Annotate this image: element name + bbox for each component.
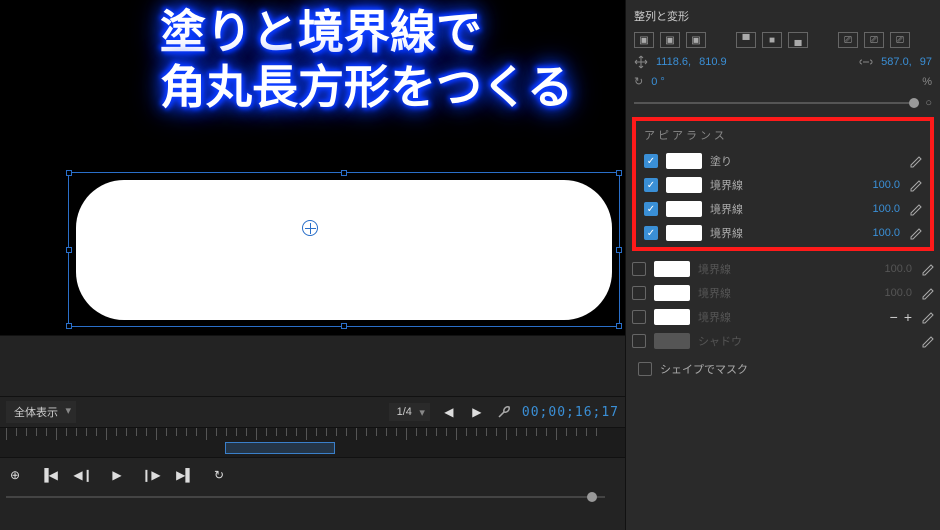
align-bottom-button[interactable]: ▄ xyxy=(788,32,808,48)
stroke-width-field[interactable]: 100.0 xyxy=(860,179,900,191)
add-marker-button[interactable]: ⊕ xyxy=(6,466,24,484)
step-right-icon[interactable]: ▶ xyxy=(468,403,486,421)
scale-y-field[interactable]: 97 xyxy=(920,56,932,68)
transport-controls: ⊕ ▐◀ ◀❙ ▶ ❙▶ ▶▌ ↻ xyxy=(0,458,625,492)
eyedropper-icon[interactable] xyxy=(908,202,922,216)
appearance-checkbox[interactable]: ✓ xyxy=(644,178,658,192)
color-swatch[interactable] xyxy=(666,201,702,217)
position-x-field[interactable]: 1118.6, xyxy=(656,56,691,68)
wrench-icon[interactable] xyxy=(496,404,512,420)
timeline-panel: 全体表示 1/4 ◀ ▶ 00;00;16;17 ⊕ ▐◀ ◀❙ ▶ ❙▶ ▶▌… xyxy=(0,335,625,530)
appearance-label: 塗り xyxy=(710,153,900,169)
position-y-field[interactable]: 810.9 xyxy=(699,56,727,68)
shape-mask-checkbox[interactable] xyxy=(638,362,652,376)
color-swatch[interactable] xyxy=(666,177,702,193)
stroke-width-field[interactable]: 100.0 xyxy=(872,287,912,299)
appearance-checkbox[interactable]: ✓ xyxy=(644,202,658,216)
eyedropper-icon[interactable] xyxy=(920,286,934,300)
position-icon xyxy=(634,55,648,69)
color-swatch[interactable] xyxy=(654,333,690,349)
align-middle-button[interactable]: ■ xyxy=(762,32,782,48)
step-left-icon[interactable]: ◀ xyxy=(440,403,458,421)
appearance-row: ✓ 境界線 100.0 xyxy=(638,221,928,245)
appearance-row: ✓ 境界線 100.0 xyxy=(638,197,928,221)
tutorial-overlay-text: 塗りと境界線で 角丸長方形をつくる xyxy=(160,5,573,115)
scale-x-field[interactable]: 587.0, xyxy=(881,56,912,68)
appearance-label: 境界線 xyxy=(698,261,864,277)
appearance-title: アピアランス xyxy=(638,125,928,149)
canvas-viewport[interactable]: 塗りと境界線で 角丸長方形をつくる xyxy=(0,0,625,335)
appearance-row: 境界線−+ xyxy=(626,305,940,329)
align-left-button[interactable]: ▣ xyxy=(634,32,654,48)
align-center-h-button[interactable]: ▣ xyxy=(660,32,680,48)
align-buttons-row: ▣ ▣ ▣ ▀ ■ ▄ ⎚ ⎚ ⎚ xyxy=(634,28,932,52)
appearance-label: 境界線 xyxy=(698,285,864,301)
appearance-row: ✓ 塗り xyxy=(638,149,928,173)
color-swatch[interactable] xyxy=(654,261,690,277)
timecode-display[interactable]: 00;00;16;17 xyxy=(522,405,619,420)
appearance-checkbox[interactable] xyxy=(632,310,646,324)
rounded-rectangle-shape[interactable] xyxy=(76,180,612,320)
loop-button[interactable]: ↻ xyxy=(210,466,228,484)
color-swatch[interactable] xyxy=(654,285,690,301)
appearance-checkbox[interactable] xyxy=(632,262,646,276)
color-swatch[interactable] xyxy=(666,225,702,241)
distribute-3-button[interactable]: ⎚ xyxy=(890,32,910,48)
appearance-row: シャドウ xyxy=(626,329,940,353)
appearance-label: 境界線 xyxy=(710,201,852,217)
appearance-checkbox[interactable] xyxy=(632,286,646,300)
shape-mask-label: シェイプでマスク xyxy=(660,361,748,377)
anchor-point-icon[interactable] xyxy=(302,220,318,236)
resolution-dropdown[interactable]: 1/4 xyxy=(389,403,430,421)
zoom-slider-knob[interactable] xyxy=(587,492,597,502)
eyedropper-icon[interactable] xyxy=(908,178,922,192)
eyedropper-icon[interactable] xyxy=(908,226,922,240)
goto-in-button[interactable]: ▐◀ xyxy=(40,466,58,484)
add-stroke-button[interactable]: + xyxy=(904,309,912,325)
appearance-label: 境界線 xyxy=(710,225,852,241)
stroke-width-field[interactable]: 100.0 xyxy=(872,263,912,275)
align-transform-title: 整列と変形 xyxy=(634,4,932,28)
appearance-checkbox[interactable]: ✓ xyxy=(644,226,658,240)
properties-panel: 整列と変形 ▣ ▣ ▣ ▀ ■ ▄ ⎚ ⎚ ⎚ 1118.6, 810.9 58… xyxy=(625,0,940,530)
appearance-row: ✓ 境界線 100.0 xyxy=(638,173,928,197)
align-top-button[interactable]: ▀ xyxy=(736,32,756,48)
work-area-bar[interactable] xyxy=(225,442,335,454)
appearance-highlight-box: アピアランス ✓ 塗り ✓ 境界線 100.0 ✓ 境界線 100.0 ✓ 境界線 100.0 xyxy=(632,117,934,251)
eyedropper-icon[interactable] xyxy=(920,334,934,348)
eyedropper-icon[interactable] xyxy=(920,262,934,276)
distribute-v-button[interactable]: ⎚ xyxy=(864,32,884,48)
appearance-label: 境界線 xyxy=(710,177,852,193)
stroke-width-field[interactable]: 100.0 xyxy=(860,203,900,215)
align-right-button[interactable]: ▣ xyxy=(686,32,706,48)
opacity-slider[interactable]: ○ xyxy=(626,95,940,111)
step-forward-button[interactable]: ❙▶ xyxy=(142,466,160,484)
remove-stroke-button[interactable]: − xyxy=(890,309,898,325)
zoom-slider-track[interactable] xyxy=(6,496,605,498)
appearance-label: 境界線 xyxy=(698,309,882,325)
eyedropper-icon[interactable] xyxy=(920,310,934,324)
stroke-width-field[interactable]: 100.0 xyxy=(860,227,900,239)
color-swatch[interactable] xyxy=(666,153,702,169)
opacity-pct-label: % xyxy=(922,76,932,88)
distribute-h-button[interactable]: ⎚ xyxy=(838,32,858,48)
timeline-ruler[interactable] xyxy=(0,428,625,458)
appearance-checkbox[interactable]: ✓ xyxy=(644,154,658,168)
appearance-checkbox[interactable] xyxy=(632,334,646,348)
scale-link-icon[interactable] xyxy=(859,55,873,69)
rotation-field[interactable]: 0 ° xyxy=(651,76,665,88)
view-mode-dropdown[interactable]: 全体表示 xyxy=(6,401,76,423)
step-back-button[interactable]: ◀❙ xyxy=(74,466,92,484)
play-button[interactable]: ▶ xyxy=(108,466,126,484)
goto-out-button[interactable]: ▶▌ xyxy=(176,466,194,484)
eyedropper-icon[interactable] xyxy=(908,154,922,168)
appearance-label: シャドウ xyxy=(698,333,912,349)
appearance-row: 境界線 100.0 xyxy=(626,281,940,305)
appearance-row: 境界線 100.0 xyxy=(626,257,940,281)
color-swatch[interactable] xyxy=(654,309,690,325)
rotation-icon: ↻ xyxy=(634,75,643,88)
